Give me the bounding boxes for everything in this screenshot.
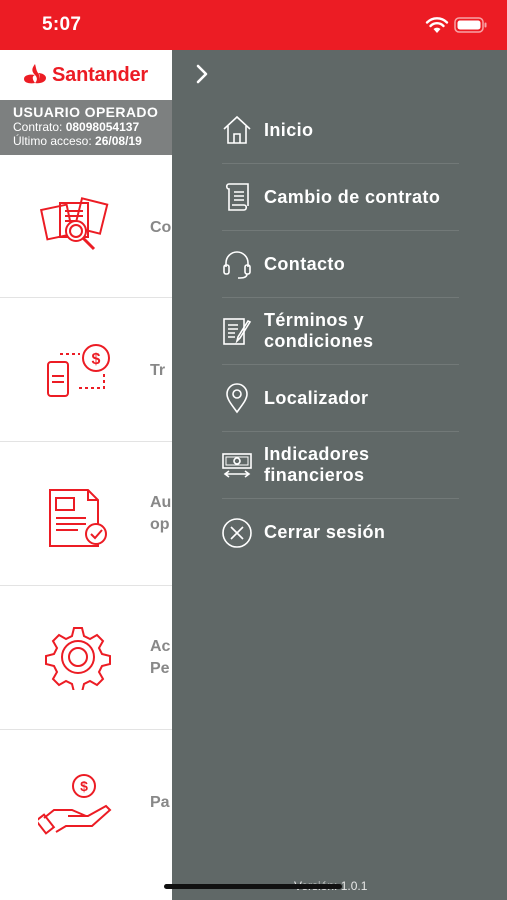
- close-circle-icon: [222, 517, 252, 548]
- wifi-icon: [425, 17, 449, 33]
- last-access-value: 26/08/19: [95, 134, 142, 148]
- menu-item-indicadores[interactable]: Indicadores financieros: [222, 432, 459, 499]
- chevron-right-icon[interactable]: [190, 62, 214, 86]
- contract-scroll-icon: [225, 183, 249, 211]
- menu-item-label: Cerrar sesión: [264, 522, 386, 542]
- menu-item-localizador[interactable]: Localizador: [222, 365, 459, 432]
- flame-icon: [24, 64, 46, 84]
- menu-item-label: Cambio de contrato: [264, 186, 441, 207]
- battery-icon: [454, 17, 487, 33]
- contract-label: Contrato:: [13, 120, 63, 134]
- svg-text:$: $: [92, 351, 101, 368]
- brand-name: Santander: [52, 63, 149, 86]
- home-indicator[interactable]: [164, 884, 342, 889]
- menu-item-label: Localizador: [264, 387, 369, 408]
- menu-item-label: Términos y condiciones: [264, 310, 374, 351]
- menu-item-cambio-contrato[interactable]: Cambio de contrato: [222, 164, 459, 231]
- contract-value: 08098054137: [65, 120, 140, 134]
- santander-logo: Santander: [22, 60, 148, 90]
- hand-money-icon: $: [38, 774, 112, 835]
- menu-item-terminos[interactable]: Términos y condiciones: [222, 298, 459, 365]
- financial-indicators-icon: [222, 453, 252, 478]
- settings-gear-icon: [45, 627, 111, 690]
- home-icon: [223, 115, 251, 144]
- menu-item-label: Contacto: [264, 253, 346, 274]
- headset-icon: [223, 251, 251, 279]
- menu-item-cerrar-sesion[interactable]: Cerrar sesión: [222, 499, 459, 566]
- terms-document-icon: [223, 318, 252, 345]
- drawer-menu: Inicio Cambio de contrato Contacto Térmi…: [222, 97, 459, 566]
- document-check-icon: [49, 489, 107, 547]
- menu-item-contacto[interactable]: Contacto: [222, 231, 459, 298]
- status-bar: 5:07: [0, 0, 507, 50]
- menu-item-label: Indicadores financieros: [264, 444, 370, 485]
- menu-item-label: Inicio: [264, 119, 314, 140]
- menu-item-inicio[interactable]: Inicio: [222, 97, 459, 164]
- svg-text:$: $: [80, 778, 88, 794]
- last-access-label: Último acceso:: [13, 134, 92, 148]
- side-drawer: Inicio Cambio de contrato Contacto Térmi…: [172, 50, 507, 900]
- documents-search-icon: [39, 197, 109, 251]
- mobile-transfer-icon: $: [47, 344, 110, 397]
- location-pin-icon: [226, 383, 248, 414]
- status-time: 5:07: [42, 14, 82, 35]
